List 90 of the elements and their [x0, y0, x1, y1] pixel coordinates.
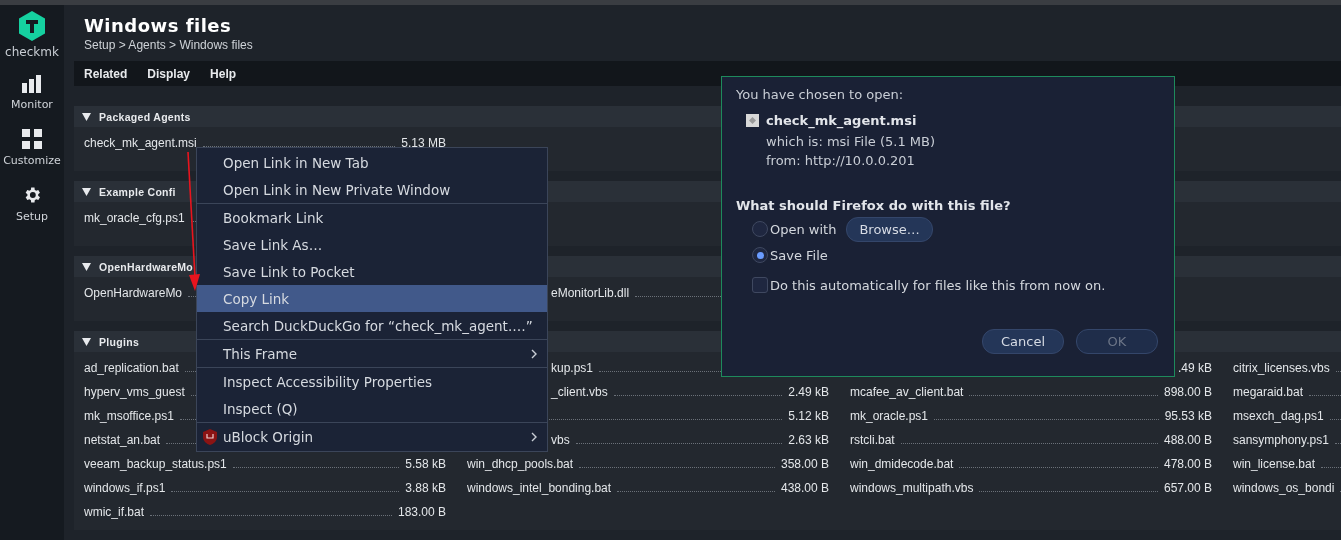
file-link[interactable]: veeam_backup_status.ps1: [84, 457, 227, 471]
page-title: Windows files: [84, 15, 233, 36]
option-label[interactable]: Save File: [770, 247, 828, 263]
section-title: Plugins: [99, 335, 140, 348]
expand-icon[interactable]: [82, 112, 91, 121]
file-link[interactable]: hyperv_vms_guest: [84, 385, 185, 399]
file-link[interactable]: check_mk_agent.msi: [84, 136, 197, 150]
menu-item[interactable]: This Frame: [197, 340, 547, 367]
section-title: Packaged Agents: [99, 110, 191, 123]
file-link[interactable]: mk_msoffice.ps1: [84, 409, 174, 423]
expand-icon[interactable]: [82, 337, 91, 346]
shield-icon: [203, 428, 217, 445]
dialog-question: What should Firefox do with this file?: [736, 198, 1012, 213]
menu-item[interactable]: Bookmark Link: [197, 204, 547, 231]
file-size: 358.00 B: [780, 457, 829, 471]
menu-item[interactable]: Inspect Accessibility Properties: [197, 368, 547, 395]
file-size: 5.58 kB: [405, 457, 446, 471]
file-link[interactable]: vbs: [551, 433, 570, 447]
file-link[interactable]: netstat_an.bat: [84, 433, 161, 447]
file-link[interactable]: rstcli.bat: [850, 433, 895, 447]
file-size: 438.00 B: [780, 481, 829, 495]
option-label[interactable]: Open with: [770, 221, 837, 237]
file-size: 488.00 B: [1163, 433, 1212, 447]
file-link[interactable]: win_license.bat: [1233, 457, 1316, 471]
dialog-heading: You have chosen to open:: [736, 87, 905, 102]
file-size: 5.13 MB: [401, 136, 446, 150]
logo-text: checkmk: [5, 45, 59, 59]
sidebar-item[interactable]: Setup: [16, 181, 48, 229]
menu-item[interactable]: uBlock Origin: [197, 423, 547, 450]
file-type: which is: msi File (5.1 MB): [766, 134, 937, 149]
breadcrumb: Setup > Agents > Windows files: [84, 38, 254, 52]
section-title: OpenHardwareMo: [99, 260, 194, 273]
chevron-right-icon: [531, 348, 537, 359]
checkbox[interactable]: [752, 277, 768, 293]
menu-item[interactable]: Copy Link: [197, 285, 547, 312]
checkbox-label[interactable]: Do this automatically for files like this from now on.: [770, 277, 1106, 293]
file-size: .49 kB: [1177, 361, 1212, 375]
file-link[interactable]: msexch_dag.ps1: [1233, 409, 1324, 423]
file-size: 898.00 B: [1163, 385, 1212, 399]
file-link[interactable]: windows_intel_bonding.bat: [467, 481, 612, 495]
file-link[interactable]: windows_multipath.vbs: [850, 481, 974, 495]
menu-item[interactable]: Inspect (Q): [197, 395, 547, 422]
browse-button[interactable]: Browse…: [846, 216, 933, 242]
file-link[interactable]: wmic_if.bat: [84, 505, 145, 519]
sidebar-item[interactable]: Customize: [3, 125, 61, 173]
file-source: from: http://10.0.0.201: [766, 153, 916, 168]
file-icon: [746, 114, 759, 127]
menu-item[interactable]: Save Link to Pocket: [197, 258, 547, 285]
sidebar-item[interactable]: Monitor: [11, 71, 53, 117]
file-link[interactable]: win_dmidecode.bat: [850, 457, 954, 471]
file-size: 183.00 B: [397, 505, 446, 519]
file-link[interactable]: OpenHardwareMo: [84, 286, 183, 300]
file-link[interactable]: windows_os_bondi: [1233, 481, 1335, 495]
file-link[interactable]: citrix_licenses.vbs: [1233, 361, 1330, 375]
menu-item[interactable]: Display: [147, 66, 191, 81]
bar-chart-icon: [22, 75, 42, 93]
menu-item[interactable]: Open Link in New Private Window: [197, 176, 547, 203]
file-size: 657.00 B: [1163, 481, 1212, 495]
menu-item[interactable]: Related: [84, 66, 128, 81]
file-size: 2.63 kB: [788, 433, 829, 447]
file-link[interactable]: mk_oracle.ps1: [850, 409, 929, 423]
file-link[interactable]: megaraid.bat: [1233, 385, 1304, 399]
file-link[interactable]: eMonitorLib.dll: [551, 286, 630, 300]
file-link[interactable]: win_dhcp_pools.bat: [467, 457, 574, 471]
file-link[interactable]: kup.ps1: [551, 361, 594, 375]
logo-icon[interactable]: [18, 11, 46, 41]
menu-item[interactable]: Help: [210, 66, 237, 81]
file-link[interactable]: ad_replication.bat: [84, 361, 179, 375]
file-size: 2.49 kB: [788, 385, 829, 399]
file-size: 478.00 B: [1163, 457, 1212, 471]
section-title: Example Confi: [99, 185, 176, 198]
menu-item[interactable]: Open Link in New Tab: [197, 149, 547, 176]
file-size: 5.12 kB: [788, 409, 829, 423]
file-link[interactable]: _client.vbs: [551, 385, 608, 399]
grid-icon: [22, 129, 42, 149]
menu-item[interactable]: Search DuckDuckGo for “check_mk_agent.…”: [197, 312, 547, 339]
expand-icon[interactable]: [82, 187, 91, 196]
radio-button[interactable]: [752, 247, 768, 263]
menu-item[interactable]: Save Link As…: [197, 231, 547, 258]
file-link[interactable]: mcafee_av_client.bat: [850, 385, 964, 399]
expand-icon[interactable]: [82, 262, 91, 271]
file-size: 3.88 kB: [405, 481, 446, 495]
file-size: 95.53 kB: [1164, 409, 1212, 423]
file-link[interactable]: sansymphony.ps1: [1233, 433, 1329, 447]
file-name: check_mk_agent.msi: [766, 113, 917, 128]
file-link[interactable]: mk_oracle_cfg.ps1: [84, 211, 185, 225]
dialog-button[interactable]: Cancel: [982, 329, 1064, 354]
radio-button[interactable]: [752, 221, 768, 237]
chevron-right-icon: [531, 431, 537, 442]
file-link[interactable]: windows_if.ps1: [84, 481, 166, 495]
